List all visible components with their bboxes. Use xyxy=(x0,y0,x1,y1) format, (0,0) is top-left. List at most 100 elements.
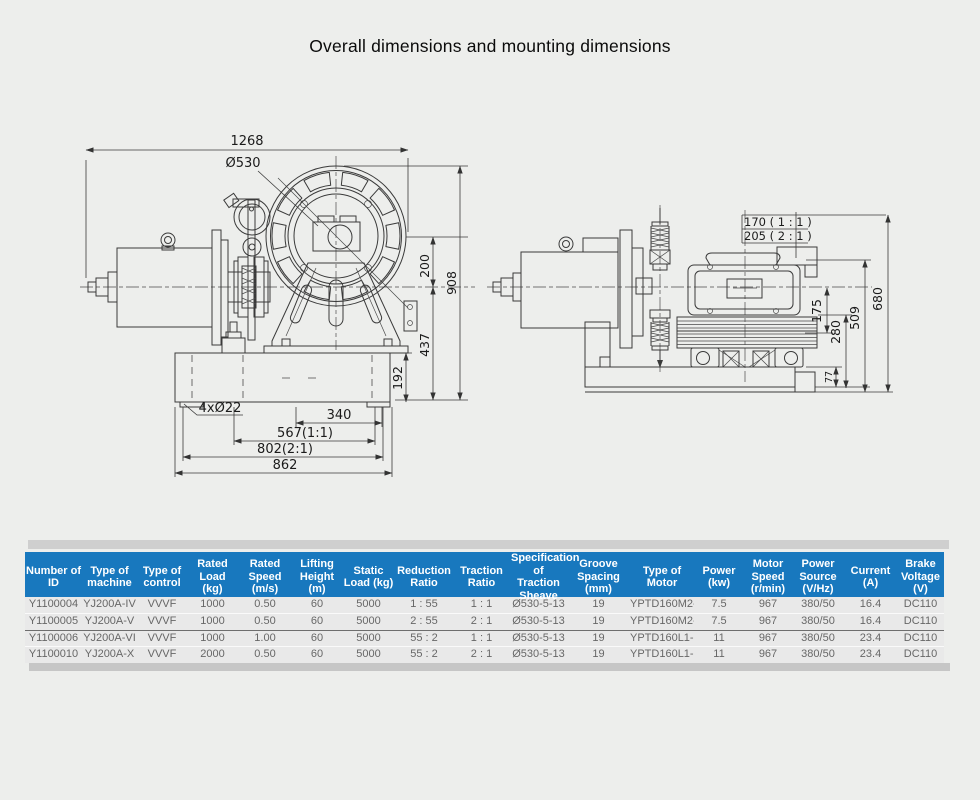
table-cell: 1 : 1 xyxy=(453,597,510,613)
table-cell: 7.5 xyxy=(694,597,744,613)
table-cell: YJ200A-IV xyxy=(82,597,137,613)
dim-bolt-span: 340 xyxy=(327,408,352,423)
dim-overall-width: 1268 xyxy=(230,134,263,149)
table-cell: 5000 xyxy=(342,597,395,613)
table-cell: Y1100006 xyxy=(25,631,82,647)
table-cell: 1 : 55 xyxy=(395,597,453,613)
spec-table: Number of IDType of machineType of contr… xyxy=(25,540,944,671)
table-cell: 2 : 55 xyxy=(395,614,453,630)
table-cell: 0.50 xyxy=(238,647,292,663)
table-cell: DC110 xyxy=(897,647,944,663)
table-cell: 380/50 xyxy=(792,597,844,613)
column-header: Rated Speed (m/s) xyxy=(238,558,292,596)
table-top-edge xyxy=(28,540,949,549)
column-header: Type of Motor xyxy=(630,565,694,590)
dim-axis-to-base: 437 xyxy=(417,333,432,357)
column-header: Rated Load (kg) xyxy=(187,558,238,596)
column-header: Specification of Traction Sheave xyxy=(510,552,567,602)
table-cell: 1000 xyxy=(187,614,238,630)
dim-280: 280 xyxy=(828,320,843,344)
dim-span-2-1: 802(2:1) xyxy=(257,442,313,457)
dim-77: 77 xyxy=(824,371,835,383)
table-cell: YPTD160L1-6 xyxy=(630,631,694,647)
table-cell: 11 xyxy=(694,647,744,663)
table-cell: Y1100004 xyxy=(25,597,82,613)
dim-span-1-1: 567(1:1) xyxy=(277,426,333,441)
table-cell: 2 : 1 xyxy=(453,647,510,663)
dim-680: 680 xyxy=(870,287,885,311)
column-header: Number of ID xyxy=(25,565,82,590)
dim-bed-width: 862 xyxy=(273,458,298,473)
table-cell: 19 xyxy=(567,631,630,647)
column-header: Static Load (kg) xyxy=(342,565,395,590)
table-cell: 60 xyxy=(292,614,342,630)
table-cell: 19 xyxy=(567,647,630,663)
table-cell: 7.5 xyxy=(694,614,744,630)
table-cell: YJ200A-VI xyxy=(82,631,137,647)
table-cell: 60 xyxy=(292,631,342,647)
column-header: Current (A) xyxy=(844,565,897,590)
table-header-row: Number of IDType of machineType of contr… xyxy=(25,552,944,597)
table-cell: 5000 xyxy=(342,647,395,663)
dim-sheave-diameter: Ø530 xyxy=(225,156,260,171)
dim-overall-height: 908 xyxy=(444,271,459,295)
table-cell: Y1100005 xyxy=(25,614,82,630)
table-cell: 1 : 1 xyxy=(453,631,510,647)
column-header: Reduction Ratio xyxy=(395,565,453,590)
dim-mounting-holes: 4xØ22 xyxy=(199,401,242,416)
table-cell: 380/50 xyxy=(792,631,844,647)
table-bottom-edge xyxy=(29,663,950,671)
table-cell: 60 xyxy=(292,647,342,663)
table-cell: Ø530-5-13 xyxy=(510,597,567,613)
table-cell: 1.00 xyxy=(238,631,292,647)
table-cell: 2000 xyxy=(187,647,238,663)
table-cell: 967 xyxy=(744,631,792,647)
column-header: Brake Voltage (V) xyxy=(897,558,944,596)
table-cell: 380/50 xyxy=(792,647,844,663)
table-cell: DC110 xyxy=(897,597,944,613)
table-cell: 19 xyxy=(567,614,630,630)
table-row: Y1100010YJ200A-XVVVF20000.5060500055 : 2… xyxy=(25,647,944,663)
column-header: Groove Spacing (mm) xyxy=(567,558,630,596)
side-view: 170 ( 1 : 1 ) 205 ( 2 : 1 ) 175 280 509 … xyxy=(487,205,893,392)
table-cell: 55 : 2 xyxy=(395,631,453,647)
table-cell: DC110 xyxy=(897,614,944,630)
column-header: Traction Ratio xyxy=(453,565,510,590)
table-row: Y1100005YJ200A-VVVVF10000.506050002 : 55… xyxy=(25,614,944,631)
table-cell: 16.4 xyxy=(844,614,897,630)
column-header: Type of control xyxy=(137,565,187,590)
table-cell: 967 xyxy=(744,647,792,663)
table-cell: 5000 xyxy=(342,631,395,647)
column-header: Type of machine xyxy=(82,565,137,590)
table-cell: YJ200A-X xyxy=(82,647,137,663)
page: { "page": { "title": "Overall dimensions… xyxy=(0,0,980,800)
table-cell: 60 xyxy=(292,597,342,613)
dim-center-offset: 200 xyxy=(417,254,432,278)
table-cell: 967 xyxy=(744,614,792,630)
table-cell: 0.50 xyxy=(238,614,292,630)
table-cell: 23.4 xyxy=(844,647,897,663)
table-cell: 1000 xyxy=(187,597,238,613)
table-cell: YPTD160M2-6 xyxy=(630,597,694,613)
table-cell: YPTD160L1-6 xyxy=(630,647,694,663)
column-header: Motor Speed (r/min) xyxy=(744,558,792,596)
column-header: Power Source (V/Hz) xyxy=(792,558,844,596)
dim-bed-height: 192 xyxy=(390,366,405,390)
table-cell: 19 xyxy=(567,597,630,613)
front-view: 1268 Ø530 200 908 437 192 340 567(1:1) 8… xyxy=(80,134,475,477)
table-row: Y1100006YJ200A-VIVVVF10001.0060500055 : … xyxy=(25,631,944,648)
table-cell: 11 xyxy=(694,631,744,647)
table-cell: YPTD160M2-6 xyxy=(630,614,694,630)
table-cell: VVVF xyxy=(137,647,187,663)
table-cell: 16.4 xyxy=(844,597,897,613)
table-row: Y1100004YJ200A-IVVVVF10000.506050001 : 5… xyxy=(25,597,944,614)
dim-offset-2-1: 205 ( 2 : 1 ) xyxy=(744,229,812,243)
table-cell: 55 : 2 xyxy=(395,647,453,663)
table-cell: VVVF xyxy=(137,614,187,630)
table-cell: Y1100010 xyxy=(25,647,82,663)
table-cell: 1000 xyxy=(187,631,238,647)
dim-offset-1-1: 170 ( 1 : 1 ) xyxy=(744,215,812,229)
table-cell: 23.4 xyxy=(844,631,897,647)
table-cell: 0.50 xyxy=(238,597,292,613)
table-cell: 2 : 1 xyxy=(453,614,510,630)
